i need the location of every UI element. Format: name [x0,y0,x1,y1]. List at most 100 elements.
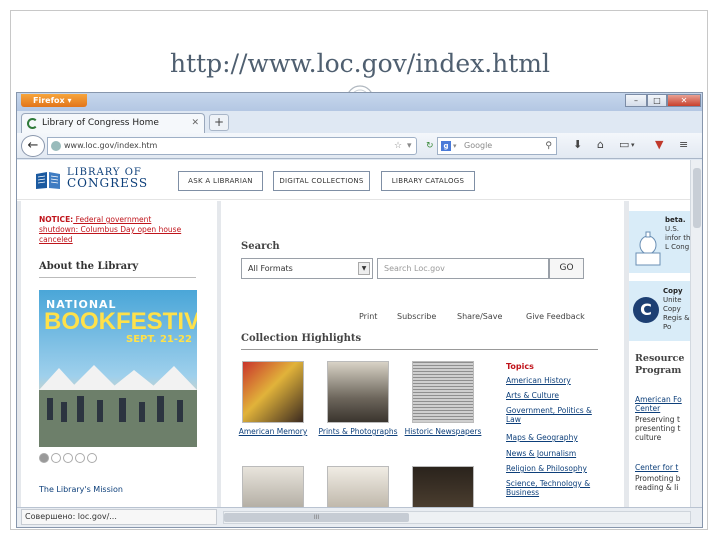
carousel-dot[interactable] [87,453,97,463]
search-heading: Search [241,241,280,252]
pocket-icon[interactable]: ▼ [655,138,663,151]
topic-news-journalism[interactable]: News & Journalism [506,449,606,458]
share-save-link[interactable]: Share/Save [457,312,502,321]
give-feedback-link[interactable]: Give Feedback [526,312,585,321]
google-icon[interactable]: g [441,141,451,151]
topics-heading: Topics [506,362,534,371]
library-catalogs-button[interactable]: LIBRARY CATALOGS [381,171,475,191]
bookmark-star-icon[interactable]: ☆ [394,138,402,154]
topic-science-technology[interactable]: Science, Technology & Business [506,479,606,497]
loc-logo-text[interactable]: LIBRARY OF CONGRESS [67,167,148,189]
subscribe-link[interactable]: Subscribe [397,312,436,321]
go-button[interactable]: GO [549,258,584,279]
book-festival-banner[interactable]: NATIONAL BOOKFESTIVAL SEPT. 21-22 [39,290,197,447]
topic-american-history[interactable]: American History [506,376,606,385]
url-text: www.loc.gov/index.htm [64,141,158,150]
bookfest-dates: SEPT. 21-22 [126,334,192,345]
page-body: NOTICE: Federal government shutdown: Col… [17,201,690,507]
collection-thumbnail[interactable] [242,466,304,507]
firefox-menu-button[interactable]: Firefox ▾ [21,94,87,107]
beta-promo[interactable]: beta. U.S. infor the L Cong [629,211,690,273]
ask-librarian-button[interactable]: ASK A LIBRARIAN [178,171,263,191]
mission-link[interactable]: The Library's Mission [39,485,123,494]
maximize-button[interactable]: □ [647,94,667,107]
digital-collections-button[interactable]: DIGITAL COLLECTIONS [273,171,370,191]
loc-favicon-icon [27,118,38,129]
screen-dropdown-icon[interactable]: ▾ [631,141,635,149]
beta-title: beta. [665,216,686,224]
collection-thumbnail[interactable] [327,466,389,507]
status-text: Совершено: loc.gov/... [21,509,217,525]
browser-window: Firefox ▾ – □ ✕ Library of Congress Home… [16,92,703,528]
carousel-dot[interactable] [63,453,73,463]
copyright-icon: C [633,297,659,323]
format-select[interactable]: All Formats ▼ [241,258,373,279]
home-icon[interactable]: ⌂ [597,138,604,151]
engine-dropdown-icon[interactable]: ▾ [453,138,457,154]
slide-title: http://www.loc.gov/index.html [169,49,551,78]
tab-close-icon[interactable]: ✕ [191,114,199,132]
dropdown-arrow-icon[interactable]: ▾ [407,138,412,154]
menu-icon[interactable]: ≡ [679,138,688,151]
scrollbar-thumb[interactable] [693,168,701,228]
right-column: beta. U.S. infor the L Cong C Copy Unite… [629,201,690,507]
tab-loc-home[interactable]: Library of Congress Home ✕ [21,113,205,133]
close-window-button[interactable]: ✕ [667,94,701,107]
collection-highlights-heading: Collection Highlights [241,333,362,344]
divider [39,277,196,278]
screen-icon[interactable]: ▭ [619,138,629,151]
resource-link[interactable]: Center for t [635,463,690,472]
carousel-dot[interactable] [51,453,61,463]
topic-arts-culture[interactable]: Arts & Culture [506,391,606,400]
topic-maps-geography[interactable]: Maps & Geography [506,433,606,442]
tab-title: Library of Congress Home [42,118,159,128]
download-icon[interactable]: ⬇ [573,138,582,151]
copyright-title: Copy [663,287,683,295]
print-link[interactable]: Print [359,312,377,321]
logo-line-2: CONGRESS [67,176,149,190]
chevron-down-icon[interactable]: ▼ [358,262,370,275]
prints-photographs-thumbnail[interactable] [327,361,389,423]
navigation-toolbar: ← www.loc.gov/index.htm ☆ ▾ ↻ g ▾ Google… [17,133,702,159]
topic-government[interactable]: Government, Politics & Law [506,406,606,424]
festival-tents-illustration [39,365,197,447]
capitol-dome-icon [635,231,661,266]
resources-heading: Resource Program [635,353,685,376]
american-memory-link[interactable]: American Memory [233,427,313,436]
resource-link[interactable]: American Fo Center [635,395,690,413]
carousel-dots [39,453,109,465]
reload-icon[interactable]: ↻ [426,138,434,154]
copyright-promo[interactable]: C Copy Unite Copy Regis & Po [629,281,690,341]
tab-bar: Library of Congress Home ✕ + [17,111,702,133]
historic-newspapers-link[interactable]: Historic Newspapers [403,427,483,436]
status-bar: Совершено: loc.gov/... III [17,507,702,527]
loc-search-input[interactable]: Search Loc.gov [377,258,549,279]
horizontal-scrollbar[interactable]: III [223,511,691,524]
beta-text: U.S. infor the L Cong [665,225,690,251]
main-column: Search All Formats ▼ Search Loc.gov GO P… [221,201,624,507]
collection-thumbnail[interactable] [412,466,474,507]
search-input[interactable]: g ▾ Google ⚲ [437,137,557,155]
vertical-scrollbar[interactable] [690,160,702,507]
format-select-value: All Formats [248,264,293,273]
divider [241,349,598,350]
american-memory-thumbnail[interactable] [242,361,304,423]
historic-newspapers-thumbnail[interactable] [412,361,474,423]
address-bar[interactable]: www.loc.gov/index.htm ☆ ▾ ↻ [47,137,434,155]
resource-description: Promoting b reading & li [635,474,681,492]
title-bar: Firefox ▾ – □ ✕ [17,93,702,111]
copyright-text: Unite Copy Regis & Po [663,296,690,331]
new-tab-button[interactable]: + [209,114,229,131]
loc-book-logo-icon[interactable] [35,170,61,190]
loc-header: LIBRARY OF CONGRESS ASK A LIBRARIAN DIGI… [17,160,690,200]
site-identity-icon[interactable] [51,141,61,151]
prints-photographs-link[interactable]: Prints & Photographs [318,427,398,436]
topic-religion-philosophy[interactable]: Religion & Philosophy [506,464,606,473]
carousel-dot[interactable] [39,453,49,463]
search-placeholder: Google [464,141,493,150]
back-button[interactable]: ← [21,135,45,157]
minimize-button[interactable]: – [625,94,647,107]
carousel-dot[interactable] [75,453,85,463]
search-icon[interactable]: ⚲ [545,138,552,154]
scrollbar-thumb[interactable]: III [224,513,409,522]
